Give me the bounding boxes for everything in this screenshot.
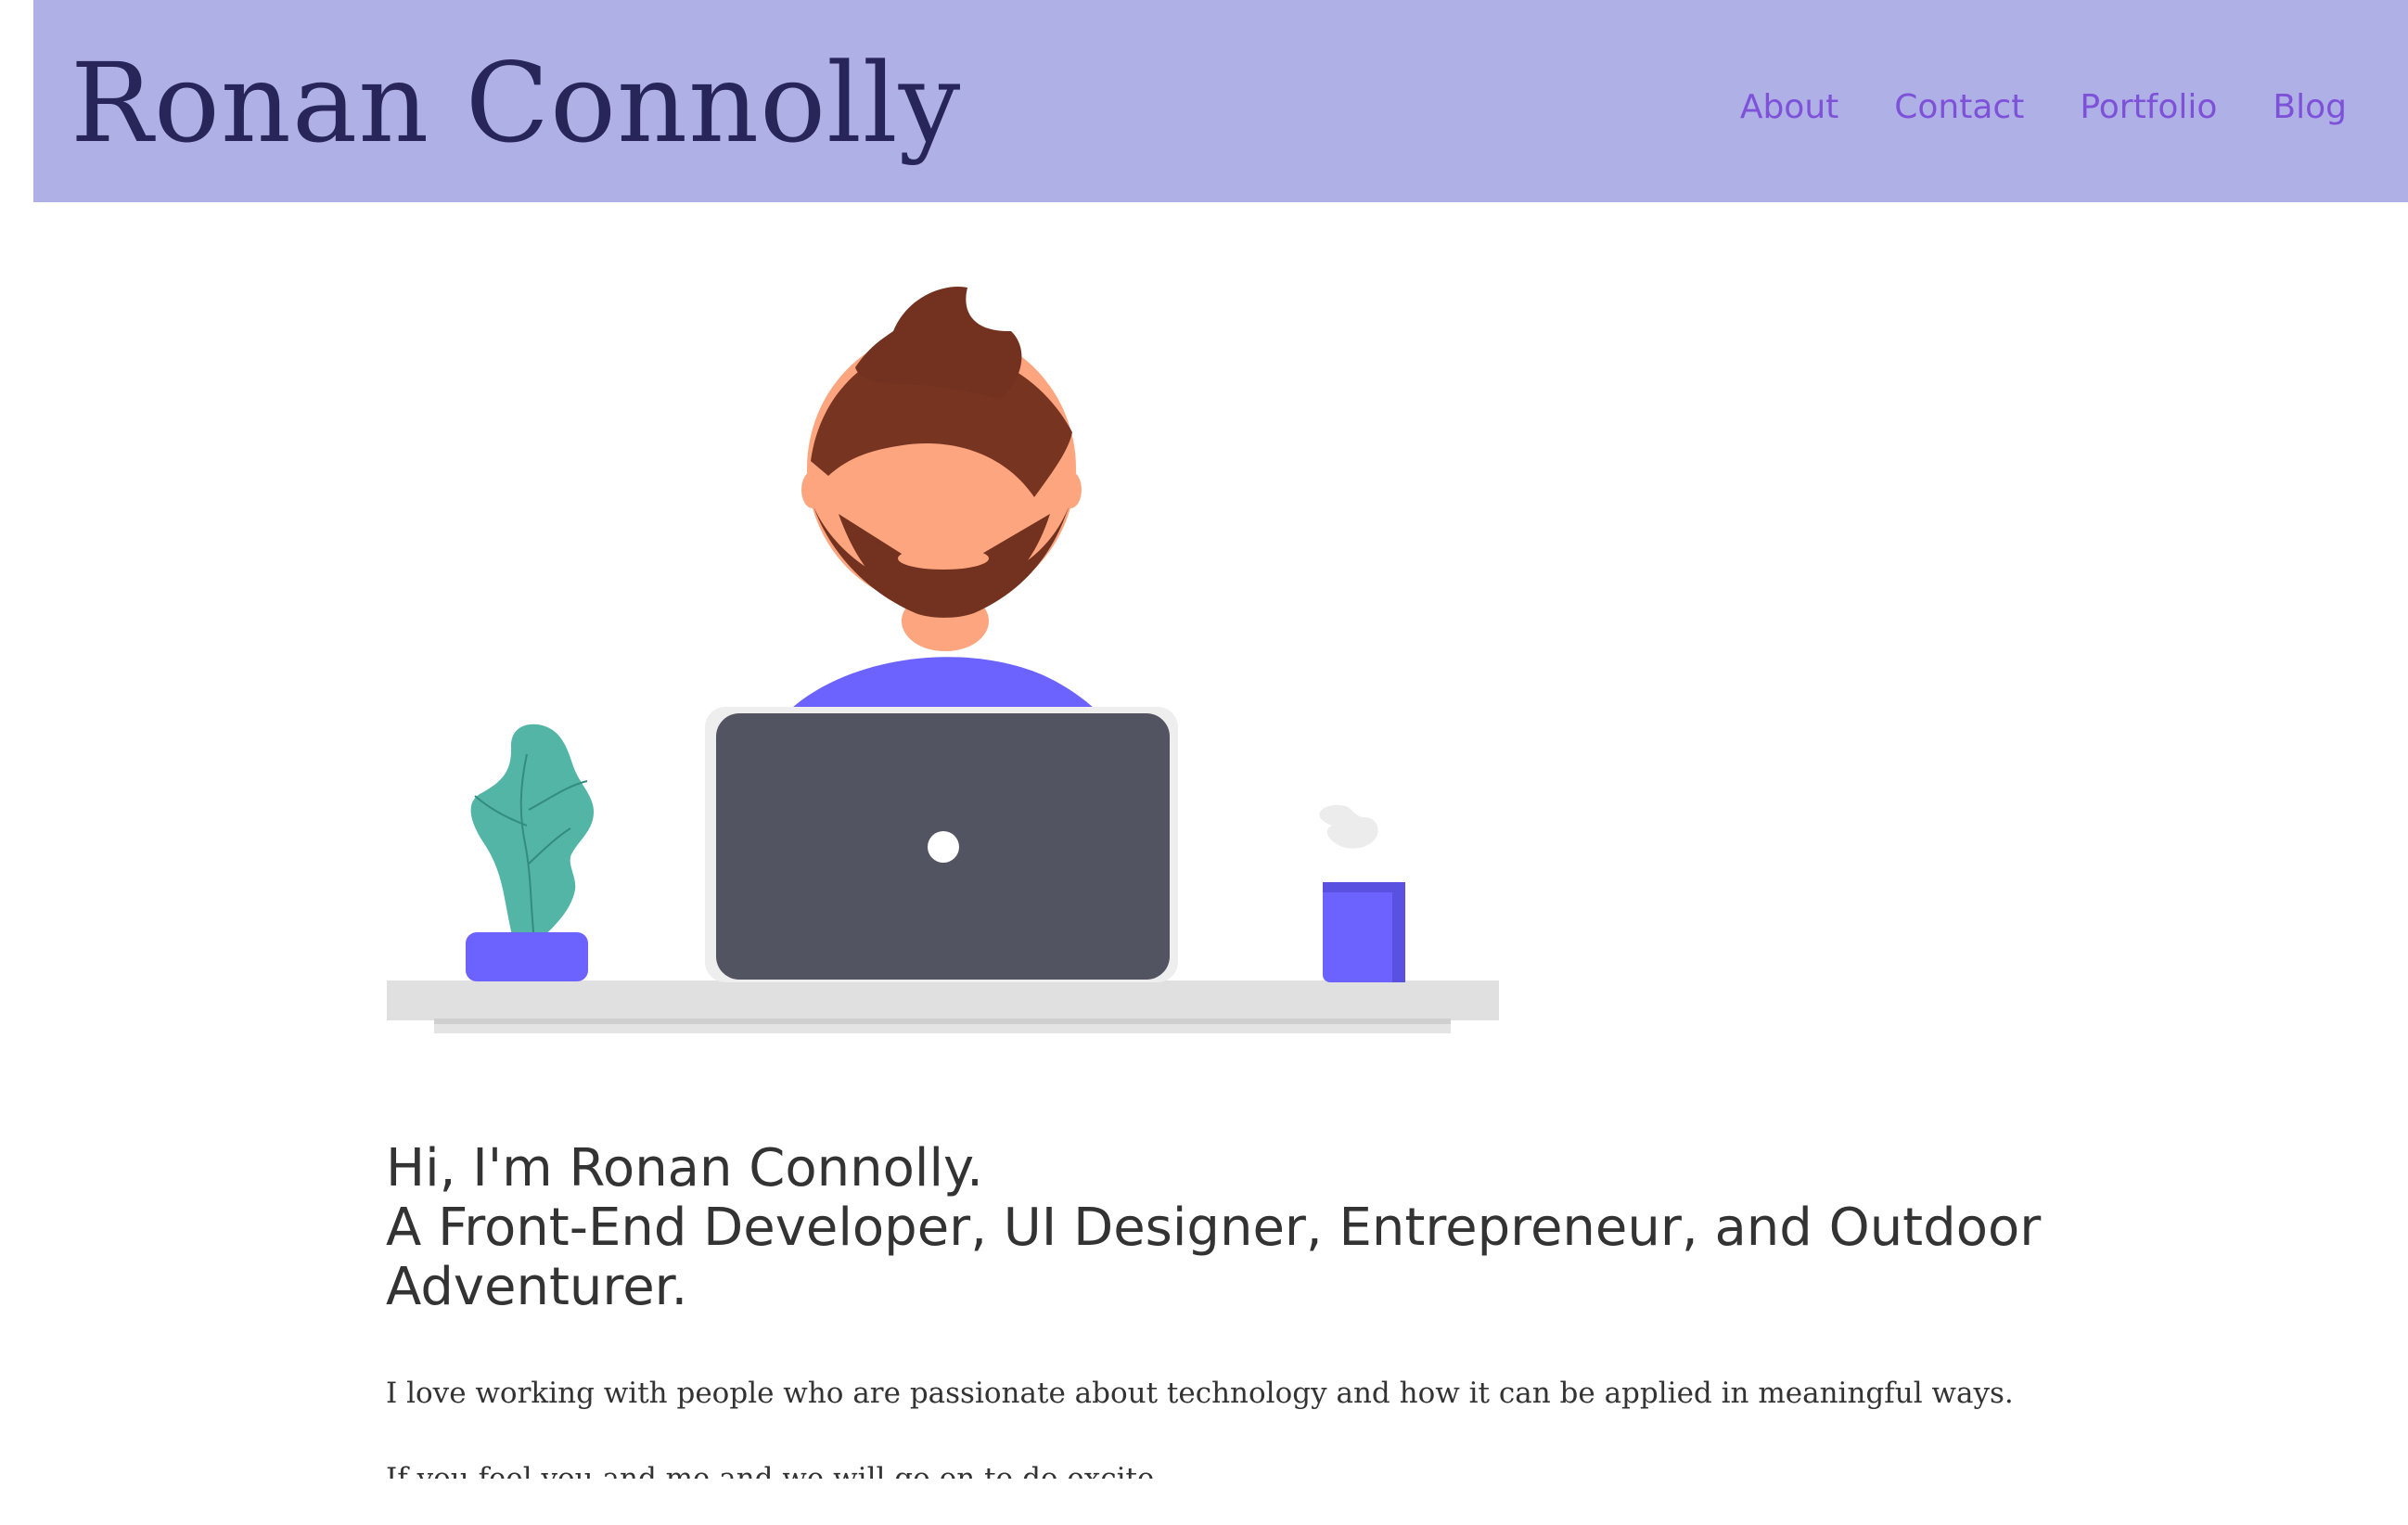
intro-heading-line1: Hi, I'm Ronan Connolly. bbox=[386, 1138, 983, 1198]
coffee-mug-icon bbox=[1319, 804, 1405, 982]
plant-icon bbox=[466, 724, 595, 981]
nav-link-portfolio[interactable]: Portfolio bbox=[2080, 82, 2217, 134]
desk bbox=[387, 980, 1499, 1033]
site-header: Ronan Connolly About Contact Portfolio B… bbox=[33, 0, 2408, 202]
viewport-edge bbox=[0, 1479, 2408, 1525]
nav-link-blog[interactable]: Blog bbox=[2273, 82, 2347, 134]
site-title[interactable]: Ronan Connolly bbox=[70, 40, 961, 167]
intro-paragraph: I love working with people who are passi… bbox=[386, 1377, 2014, 1410]
nav-link-about[interactable]: About bbox=[1740, 82, 1838, 134]
page: Ronan Connolly About Contact Portfolio B… bbox=[0, 0, 2408, 1525]
nav-link-contact[interactable]: Contact bbox=[1894, 82, 2024, 134]
intro-heading-line2: A Front-End Developer, UI Designer, Entr… bbox=[386, 1198, 2042, 1317]
main-navigation: About Contact Portfolio Blog bbox=[1740, 82, 2347, 134]
laptop-icon bbox=[705, 707, 1178, 982]
person bbox=[775, 286, 1110, 726]
intro-heading: Hi, I'm Ronan Connolly. A Front-End Deve… bbox=[386, 1139, 2056, 1317]
developer-at-laptop-illustration bbox=[387, 286, 1499, 1033]
